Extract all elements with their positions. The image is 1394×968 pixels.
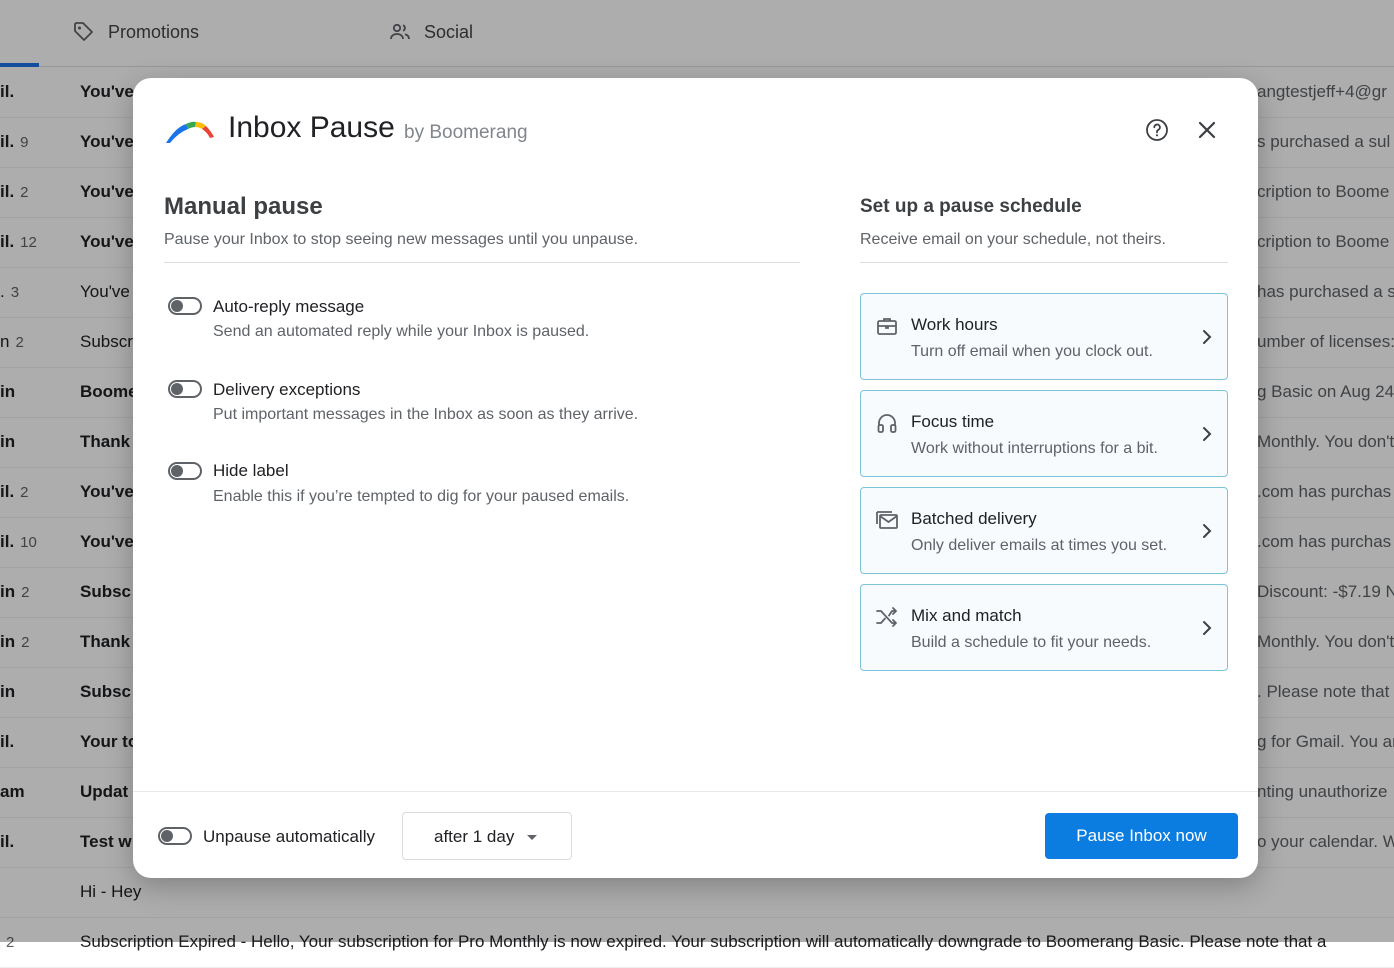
logo-blue — [166, 124, 188, 143]
headphones-icon — [877, 414, 897, 433]
auto-reply-desc: Send an automated reply while your Inbox… — [213, 323, 590, 340]
manual-pause-subtitle: Pause your Inbox to stop seeing new mess… — [164, 231, 639, 248]
dialog-title: Inbox Pause — [228, 111, 395, 144]
schedule-subtitle: Receive email on your schedule, not thei… — [860, 231, 1166, 248]
inbox-pause-dialog: Inbox Pause by Boomerang Manual pause Pa… — [133, 78, 1258, 878]
close-icon — [1198, 121, 1216, 139]
delivery-exceptions-desc: Put important messages in the Inbox as s… — [213, 406, 639, 423]
delivery-exceptions-title: Delivery exceptions — [213, 380, 361, 399]
boomerang-logo — [166, 121, 214, 143]
close-button[interactable] — [1195, 118, 1219, 142]
mix-and-match-card[interactable]: Mix and match Build a schedule to fit yo… — [860, 584, 1228, 671]
card-desc: Build a schedule to fit your needs. — [911, 634, 1152, 651]
unpause-automatically-toggle[interactable] — [158, 827, 192, 845]
batched-mail-icon — [876, 511, 898, 529]
chevron-right-icon — [1203, 621, 1212, 635]
unpause-duration-select[interactable]: after 1 day — [402, 812, 572, 860]
card-desc: Turn off email when you clock out. — [911, 343, 1153, 360]
work-hours-card[interactable]: Work hours Turn off email when you clock… — [860, 293, 1228, 380]
help-button[interactable] — [1145, 118, 1169, 142]
auto-reply-title: Auto-reply message — [213, 297, 365, 316]
chevron-right-icon — [1203, 524, 1212, 538]
auto-reply-toggle[interactable] — [168, 297, 202, 315]
card-desc: Only deliver emails at times you set. — [911, 537, 1168, 554]
divider — [860, 262, 1228, 263]
delivery-exceptions-toggle[interactable] — [168, 380, 202, 398]
card-title: Mix and match — [911, 606, 1022, 625]
briefcase-icon — [877, 318, 897, 335]
card-title: Focus time — [911, 412, 995, 431]
dialog-byline: by Boomerang — [404, 122, 528, 143]
divider — [164, 262, 800, 263]
manual-pause-heading: Manual pause — [164, 193, 323, 220]
hide-label-desc: Enable this if you’re tempted to dig for… — [213, 488, 630, 505]
select-value: after 1 day — [434, 827, 515, 846]
pause-inbox-now-button[interactable]: Pause Inbox now — [1045, 813, 1238, 859]
schedule-heading: Set up a pause schedule — [860, 196, 1082, 217]
footer-divider — [133, 791, 1258, 792]
card-desc: Work without interruptions for a bit. — [911, 440, 1158, 457]
caret-down-icon — [527, 835, 537, 840]
shuffle-icon — [876, 607, 897, 627]
hide-label-title: Hide label — [213, 461, 289, 480]
help-icon — [1146, 119, 1168, 141]
card-title: Batched delivery — [911, 509, 1037, 528]
chevron-right-icon — [1203, 427, 1212, 441]
batched-delivery-card[interactable]: Batched delivery Only deliver emails at … — [860, 487, 1228, 574]
unpause-automatically-label: Unpause automatically — [203, 827, 375, 846]
focus-time-card[interactable]: Focus time Work without interruptions fo… — [860, 390, 1228, 477]
chevron-right-icon — [1203, 330, 1212, 344]
card-title: Work hours — [911, 315, 998, 334]
hide-label-toggle[interactable] — [168, 462, 202, 480]
logo-red — [202, 126, 214, 138]
